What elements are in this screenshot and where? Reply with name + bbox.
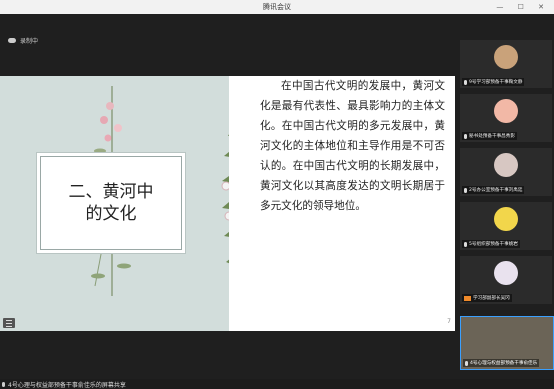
- participant-name: 4号心理与权益部预备干事俞佳乐: [463, 359, 540, 367]
- participant-tile[interactable]: 2号办公室预备干事刘禹廷: [460, 148, 552, 196]
- slide-menu-button[interactable]: [3, 318, 15, 328]
- participant-name: 5号组织部预备干事姚岩: [462, 240, 520, 248]
- cloud-icon: [8, 38, 16, 43]
- recording-indicator: 录制中: [8, 36, 38, 45]
- avatar: [494, 45, 518, 69]
- participant-tile[interactable]: 秘书处预备干事昌秀影: [460, 94, 552, 142]
- avatar: [494, 207, 518, 231]
- avatar: [494, 99, 518, 123]
- host-badge: [464, 295, 471, 301]
- slide-title-box: 二、黄河中 的文化: [40, 156, 182, 250]
- title-bar: 腾讯会议 — ☐ ✕: [0, 0, 554, 14]
- window-title: 腾讯会议: [263, 3, 291, 11]
- mic-icon: [464, 241, 467, 247]
- shared-slide: 二、黄河中 的文化 在中国古代文明的发展中，黄河文化是最有代表性、最具影响力的主…: [0, 76, 455, 331]
- participant-name: 2号办公室预备干事刘禹廷: [462, 186, 525, 194]
- window-controls[interactable]: — ☐ ✕: [496, 0, 550, 14]
- mic-icon: [2, 381, 5, 387]
- slide-left-panel: 二、黄河中 的文化: [0, 76, 229, 331]
- avatar: [494, 261, 518, 285]
- share-banner: 4号心理与权益部预备干事俞佳乐的屏幕共享: [0, 379, 554, 389]
- participant-name: 学习部副部长吴冈: [462, 294, 512, 302]
- mic-icon: [464, 79, 467, 85]
- slide-page-number: 7: [447, 318, 451, 325]
- mic-icon: [465, 360, 468, 366]
- participant-tile[interactable]: 5号组织部预备干事姚岩: [460, 202, 552, 250]
- mic-icon: [464, 187, 467, 193]
- recording-label: 录制中: [20, 38, 39, 45]
- participant-tile[interactable]: 9号学习部预备干事鞠文静: [460, 40, 552, 88]
- share-banner-text: 4号心理与权益部预备干事俞佳乐的屏幕共享: [8, 381, 126, 389]
- slide-title: 二、黄河中 的文化: [68, 182, 154, 224]
- active-speaker-video[interactable]: 4号心理与权益部预备干事俞佳乐: [460, 316, 554, 370]
- slide-body-text: 在中国古代文明的发展中，黄河文化是最有代表性、最具影响力的主体文化。在中国古代文…: [260, 80, 445, 212]
- participant-tile[interactable]: 学习部副部长吴冈: [460, 256, 552, 304]
- participant-name: 9号学习部预备干事鞠文静: [462, 78, 525, 86]
- participant-name: 秘书处预备干事昌秀影: [462, 132, 517, 140]
- mic-icon: [464, 133, 467, 139]
- avatar: [494, 153, 518, 177]
